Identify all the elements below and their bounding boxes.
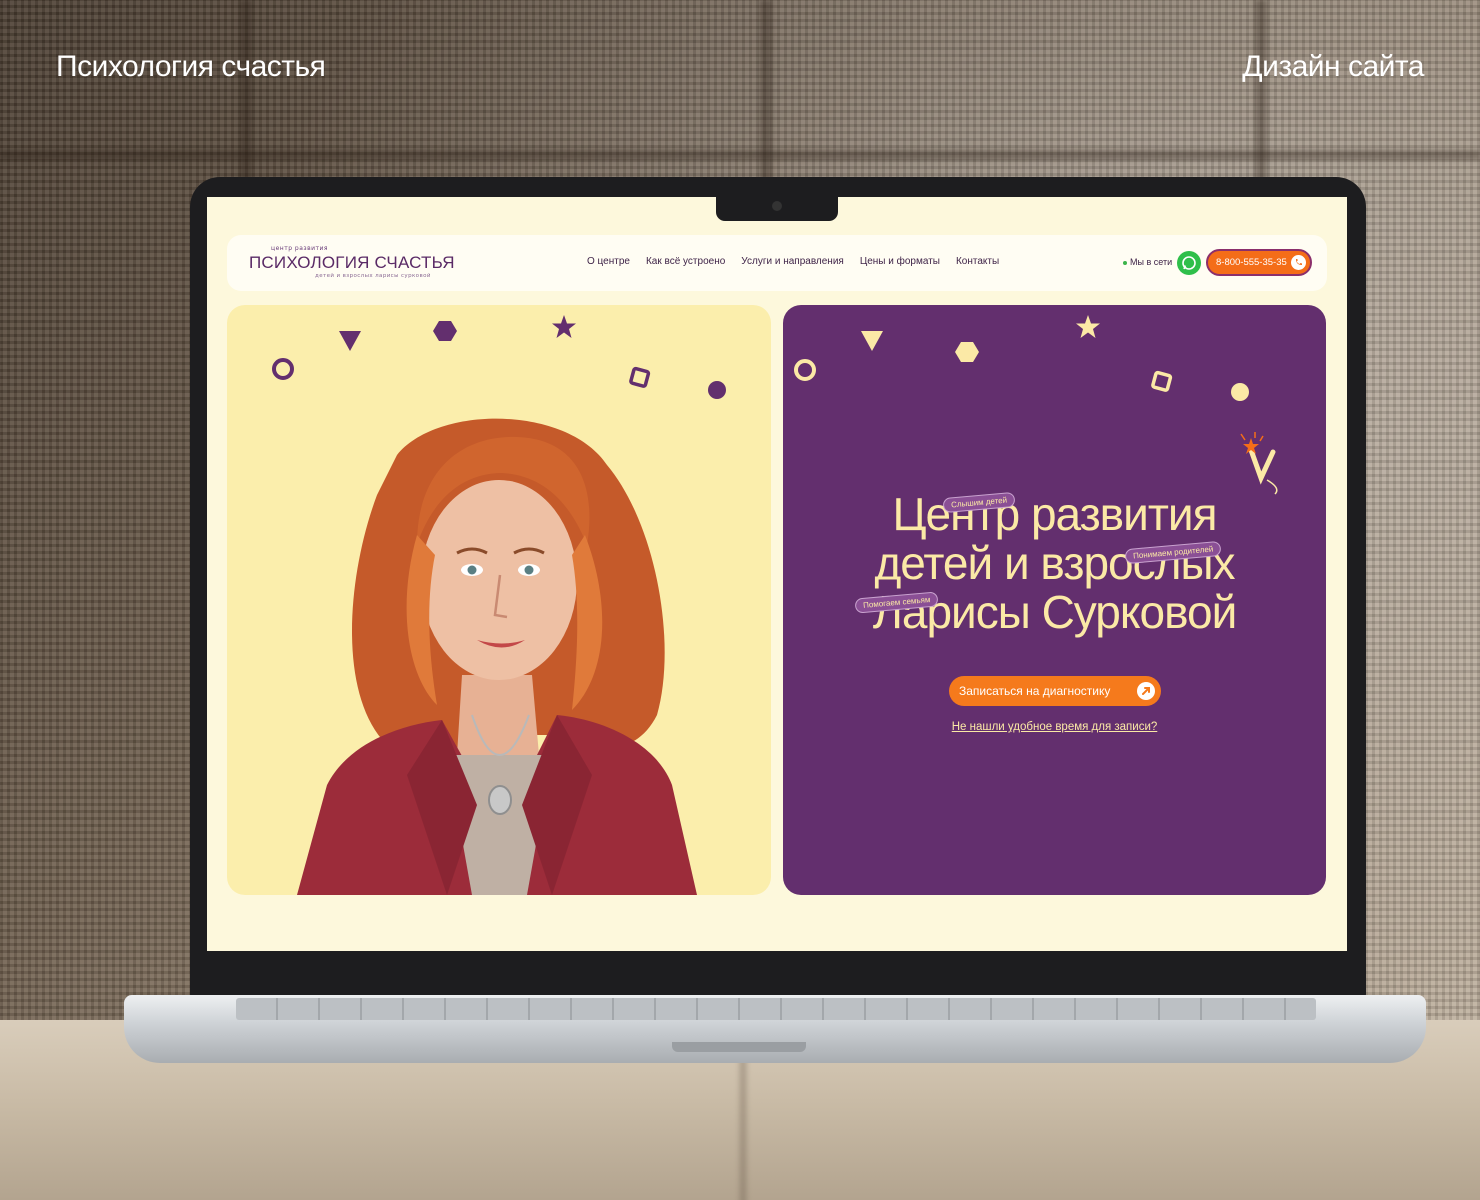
upholstery-seam [0,150,1480,160]
nav-item-about[interactable]: О центре [587,256,630,267]
online-label: Мы в сети [1130,257,1173,267]
circle-shape [794,359,816,381]
dot-shape [1231,383,1249,401]
arrow-up-right-icon [1137,682,1155,700]
diamond-shape [1151,370,1173,392]
hero-title: Центр развития детей и взрослых Ларисы С… [783,490,1326,637]
triangle-shape [861,331,883,351]
phone-icon [1291,255,1306,270]
hero-content-panel: Центр развития детей и взрослых Ларисы С… [783,305,1326,895]
portrait-illustration [297,418,697,895]
star-shape [1076,315,1100,338]
phone-number: 8-800-555-35-35 [1216,257,1287,268]
logo-sub-text: детей и взрослых ларисы сурковой [315,273,431,279]
book-diagnostics-button[interactable]: Записаться на диагностику [949,676,1161,706]
hero-photo-panel [227,305,771,895]
main-nav: О центре Как всё устроено Услуги и напра… [587,256,999,267]
online-status: Мы в сети [1123,257,1172,267]
logo-top-text: центр развития [271,245,329,252]
hero-title-line-1: Центр развития [892,488,1218,540]
seat-seam [740,1040,746,1200]
nav-item-contacts[interactable]: Контакты [956,256,999,267]
screen-notch [716,197,838,221]
whatsapp-icon[interactable] [1177,251,1201,275]
site-logo[interactable]: центр развития ПСИХОЛОГИЯ СЧАСТЬЯ детей … [249,245,455,279]
site-header: центр развития ПСИХОЛОГИЯ СЧАСТЬЯ детей … [227,235,1327,291]
triangle-shape [339,331,361,351]
hero-title-line-2: детей и взрослых [874,537,1235,589]
phone-button[interactable]: 8-800-555-35-35 [1206,249,1312,276]
laptop-hinge [672,1042,806,1052]
nav-item-prices[interactable]: Цены и форматы [860,256,940,267]
book-diagnostics-label: Записаться на диагностику [959,684,1111,698]
hexagon-shape [433,321,457,341]
laptop-screen: центр развития ПСИХОЛОГИЯ СЧАСТЬЯ детей … [207,197,1347,951]
no-suitable-time-link[interactable]: Не нашли удобное время для записи? [783,721,1326,733]
hexagon-shape [955,342,979,362]
logo-main-text: ПСИХОЛОГИЯ СЧАСТЬЯ [249,253,455,272]
star-shape [552,315,576,338]
nav-item-services[interactable]: Услуги и направления [741,256,844,267]
camera-icon [772,201,782,211]
presentation-title: Психология счастья [56,50,326,83]
presentation-subtitle: Дизайн сайта [1242,50,1424,83]
nav-item-how-it-works[interactable]: Как всё устроено [646,256,725,267]
laptop-keyboard [236,998,1316,1020]
online-dot [1123,260,1127,265]
